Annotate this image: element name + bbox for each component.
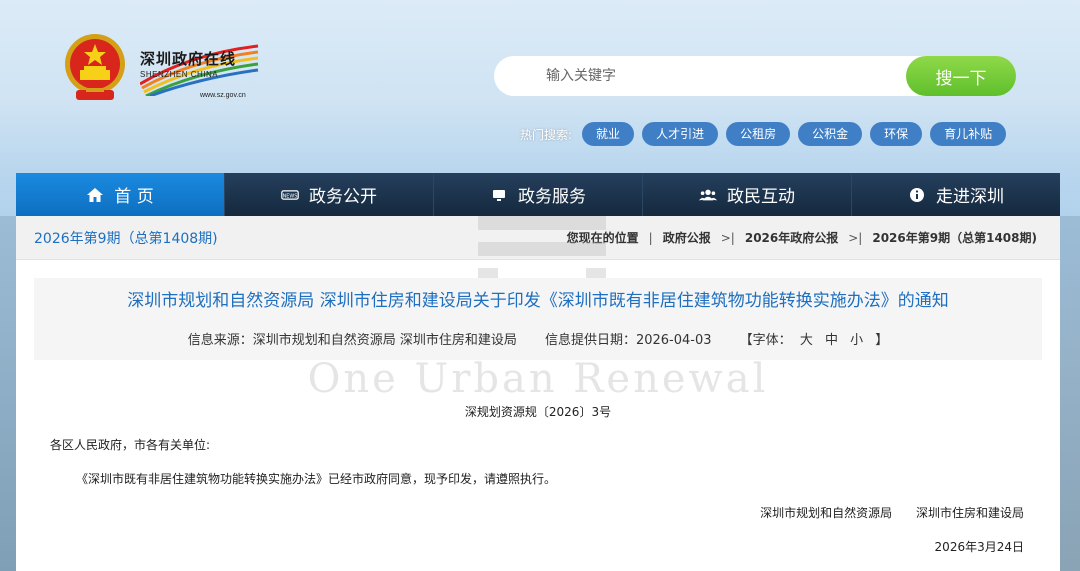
- font-size-small[interactable]: 小: [850, 333, 863, 348]
- document-sign-date: 2026年3月24日: [934, 540, 1024, 554]
- hot-tag-jobs[interactable]: 就业: [582, 122, 635, 146]
- logo-en-name: SHENZHEN CHINA: [140, 70, 219, 79]
- nav-label: 首 页: [114, 187, 154, 207]
- breadcrumb-separator: >|: [848, 230, 863, 245]
- home-icon: [86, 186, 104, 204]
- nav-label: 政务公开: [309, 187, 377, 207]
- breadcrumb-separator: >|: [720, 230, 735, 245]
- logo-url: www.sz.gov.cn: [200, 92, 246, 99]
- watermark-text: One Urban Renewal: [307, 356, 769, 402]
- document-title: 深圳市规划和自然资源局 深圳市住房和建设局关于印发《深圳市既有非居住建筑物功能转…: [127, 291, 949, 311]
- nav-item-gov-affairs[interactable]: NEWS 政务公开: [225, 173, 434, 216]
- svg-text:NEWS: NEWS: [283, 193, 298, 199]
- document-salutation: 各区人民政府，市各有关单位:: [50, 438, 211, 452]
- right-background-strip: [1060, 216, 1080, 571]
- breadcrumb-item[interactable]: 政府公报: [663, 229, 711, 246]
- logo-cn-name: 深圳政府在线: [140, 50, 237, 68]
- search-bar: 搜一下: [494, 56, 1016, 96]
- document-body: 《深圳市既有非居住建筑物功能转换实施办法》已经市政府同意，现予印发，请遵照执行。: [76, 472, 557, 486]
- document-signers: 深圳市规划和自然资源局 深圳市住房和建设局: [740, 504, 1024, 521]
- font-size-medium[interactable]: 中: [825, 333, 838, 348]
- search-input[interactable]: [494, 56, 934, 96]
- news-icon: NEWS: [281, 186, 299, 204]
- nav-item-home[interactable]: 首 页: [16, 173, 225, 216]
- hot-tag-childcare[interactable]: 育儿补贴: [930, 122, 1007, 146]
- breadcrumb-item[interactable]: 2026年政府公报: [745, 229, 838, 246]
- content-panel: 2026年第9期（总第1408期) 您现在的位置 | 政府公报 >| 2026年…: [16, 216, 1060, 571]
- monitor-icon: [490, 186, 508, 204]
- document-meta: 信息来源：深圳市规划和自然资源局 深圳市住房和建设局 信息提供日期：2026-0…: [34, 329, 1042, 348]
- hot-tag-public-housing[interactable]: 公租房: [726, 122, 791, 146]
- national-emblem-icon: [65, 34, 125, 100]
- site-logo[interactable]: 深圳政府在线 SHENZHEN CHINA: [140, 48, 236, 79]
- hot-tag-environment[interactable]: 环保: [870, 122, 923, 146]
- main-nav: 首 页 NEWS 政务公开 政务服务 政民互动 走进深圳: [16, 173, 1060, 216]
- document-date-provided: 信息提供日期：2026-04-03: [544, 333, 712, 348]
- people-icon: [699, 186, 717, 204]
- signer: 深圳市规划和自然资源局: [760, 506, 893, 520]
- breadcrumb: 您现在的位置 | 政府公报 >| 2026年政府公报 >| 2026年第9期（总…: [562, 229, 1042, 246]
- breadcrumb-item[interactable]: 2026年第9期（总第1408期): [872, 229, 1037, 246]
- search-button[interactable]: 搜一下: [906, 56, 1016, 96]
- document-source: 信息来源：深圳市规划和自然资源局 深圳市住房和建设局: [187, 333, 517, 348]
- info-icon: [908, 186, 926, 204]
- hot-tag-housing-fund[interactable]: 公积金: [798, 122, 863, 146]
- nav-item-gov-services[interactable]: 政务服务: [434, 173, 643, 216]
- document-number: 深规划资源规〔2026〕3号: [464, 405, 612, 419]
- hot-search: 热门搜索: 就业 人才引进 公租房 公积金 环保 育儿补贴: [520, 122, 1014, 146]
- left-background-strip: [0, 216, 16, 571]
- hot-tag-talent[interactable]: 人才引进: [642, 122, 719, 146]
- font-size-label-close: 】: [875, 333, 889, 348]
- signer: 深圳市住房和建设局: [915, 506, 1024, 520]
- nav-label: 走进深圳: [936, 187, 1004, 207]
- font-size-large[interactable]: 大: [800, 333, 813, 348]
- nav-item-about-shenzhen[interactable]: 走进深圳: [852, 173, 1060, 216]
- document-header: 深圳市规划和自然资源局 深圳市住房和建设局关于印发《深圳市既有非居住建筑物功能转…: [34, 278, 1042, 360]
- nav-item-interaction[interactable]: 政民互动: [643, 173, 852, 216]
- nav-label: 政民互动: [727, 187, 795, 207]
- font-size-label-open: 【字体：: [739, 333, 792, 348]
- issue-label: 2026年第9期（总第1408期): [34, 230, 218, 247]
- breadcrumb-separator: |: [648, 230, 653, 245]
- hot-search-label: 热门搜索:: [520, 127, 573, 142]
- nav-label: 政务服务: [518, 187, 586, 207]
